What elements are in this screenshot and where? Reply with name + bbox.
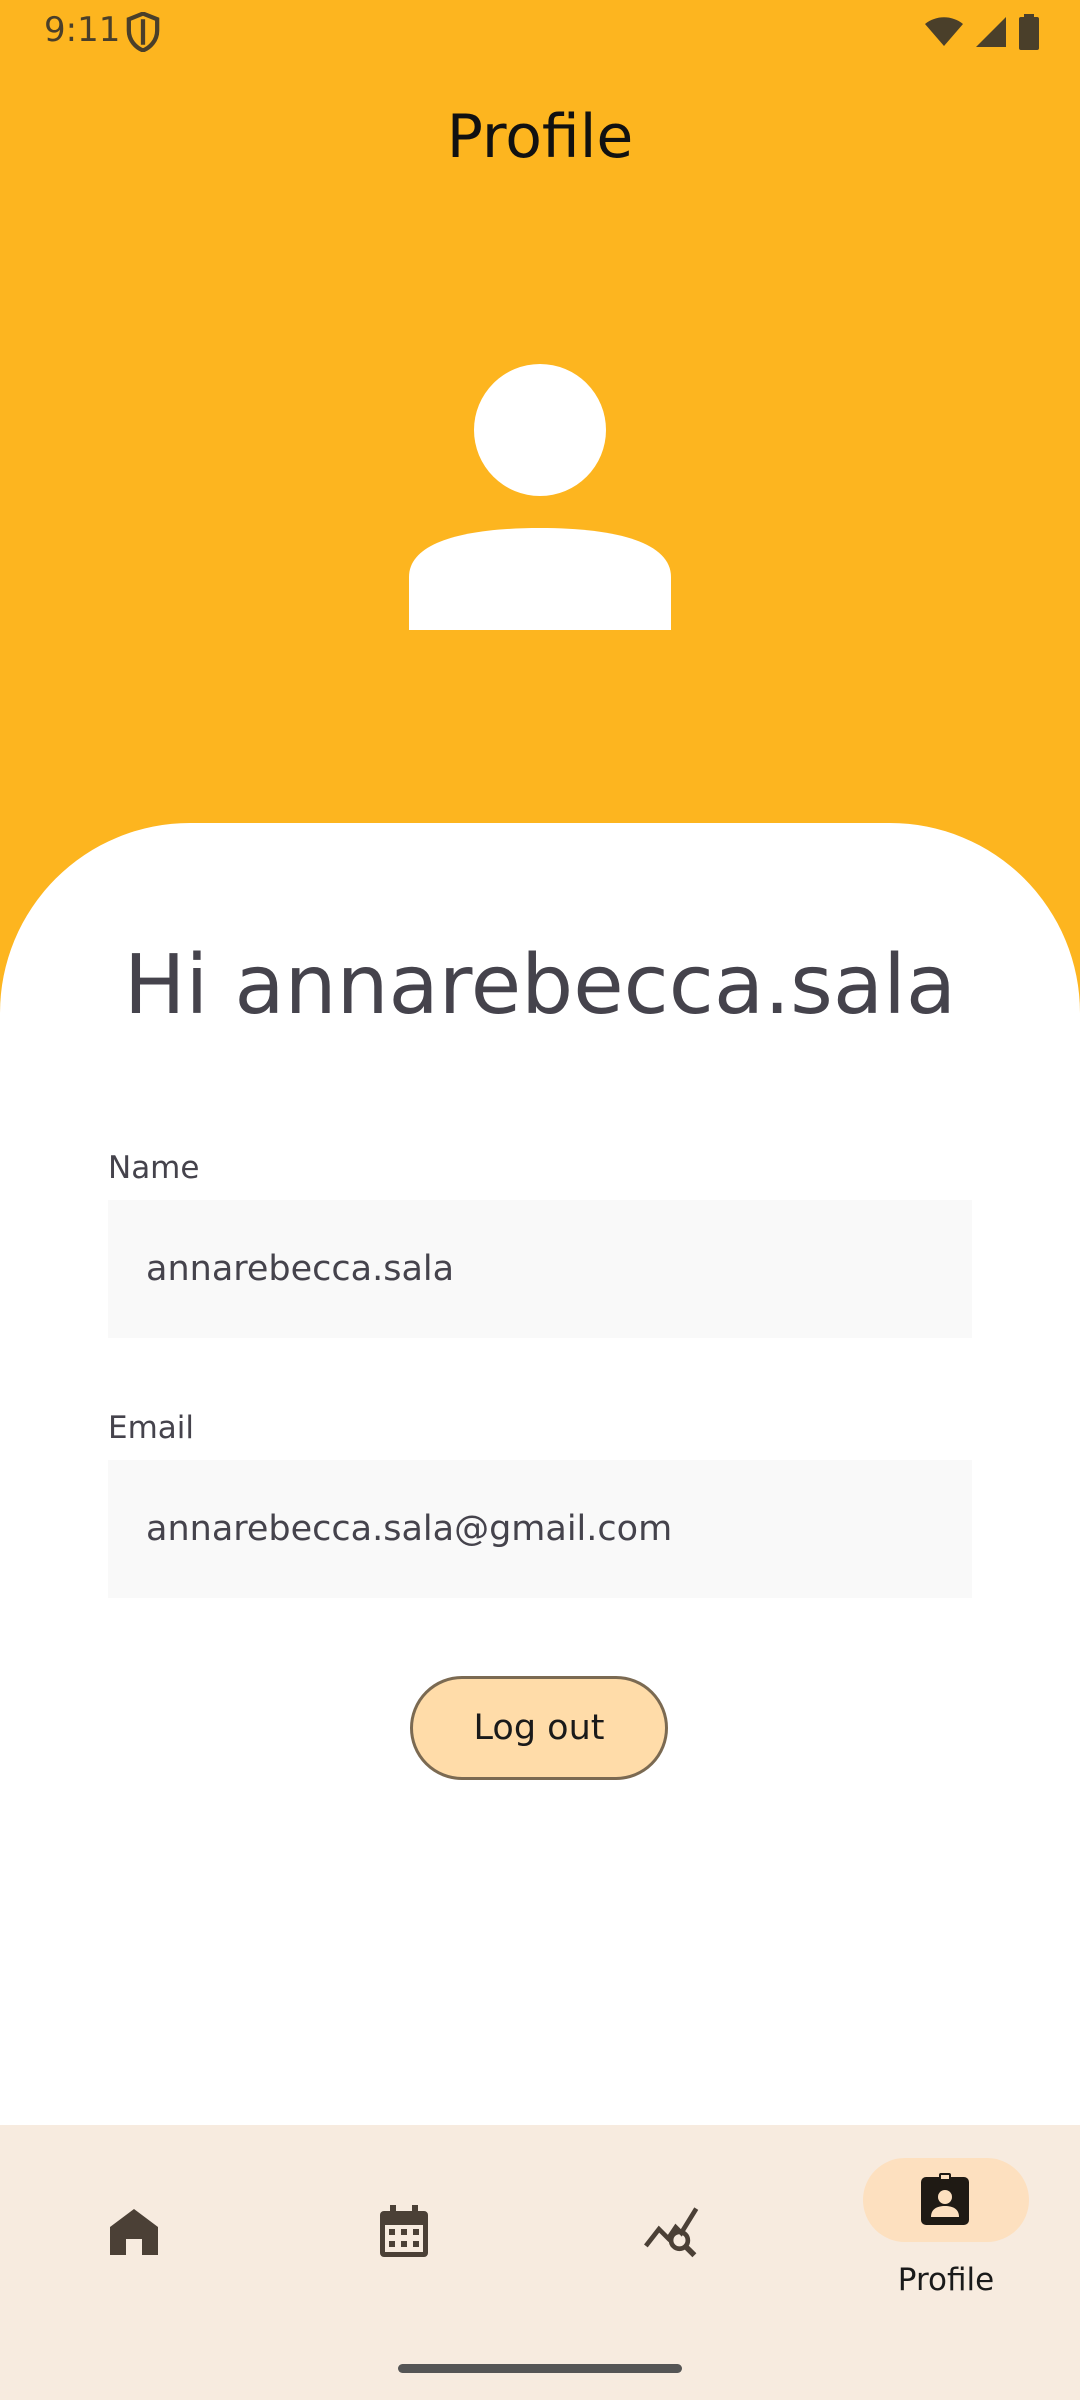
page-title: Profile <box>446 102 634 173</box>
nav-item-insights[interactable] <box>540 2125 810 2325</box>
person-icon <box>409 364 671 630</box>
home-indicator[interactable] <box>398 2364 682 2373</box>
greeting-text: Hi annarebecca.sala <box>123 938 957 1033</box>
shield-icon <box>126 12 160 52</box>
nav-item-home[interactable] <box>0 2125 270 2325</box>
nav-label-profile: Profile <box>897 2262 995 2298</box>
email-field[interactable]: annarebecca.sala@gmail.com <box>108 1460 972 1598</box>
name-value: annarebecca.sala <box>146 1249 455 1289</box>
home-icon <box>110 2209 158 2255</box>
status-bar: 9:11 <box>0 0 1080 62</box>
battery-icon <box>1019 14 1039 50</box>
profile-badge-icon <box>921 2173 969 2225</box>
logout-button[interactable]: Log out <box>410 1676 668 1780</box>
calendar-icon <box>380 2205 428 2257</box>
stats-search-icon <box>644 2207 699 2258</box>
wifi-icon <box>925 17 963 46</box>
email-label: Email <box>108 1410 195 1446</box>
name-field[interactable]: annarebecca.sala <box>108 1200 972 1338</box>
email-value: annarebecca.sala@gmail.com <box>146 1509 673 1549</box>
status-icons <box>924 12 1040 52</box>
status-time: 9:11 <box>44 10 121 50</box>
signal-icon <box>976 17 1006 47</box>
name-label: Name <box>108 1150 200 1186</box>
nav-item-calendar[interactable] <box>270 2125 540 2325</box>
